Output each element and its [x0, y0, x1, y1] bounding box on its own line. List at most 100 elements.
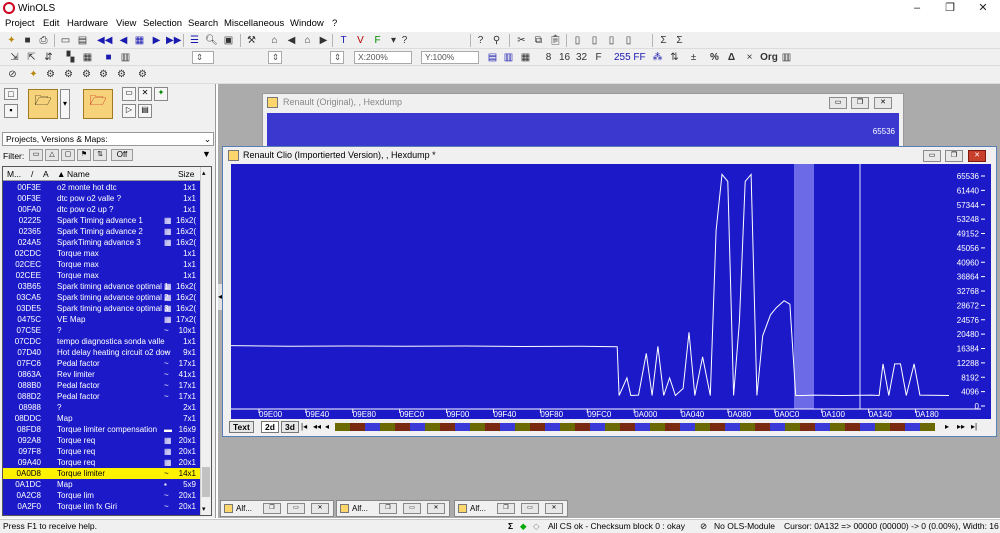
map-list-item[interactable]: 0A1DC Map ▪ 5x9	[3, 479, 200, 490]
scroll-thumb[interactable]	[202, 467, 210, 497]
nav-prev-icon[interactable]: ◂	[325, 422, 329, 431]
import-icon[interactable]: ▯	[571, 34, 584, 47]
menu-view[interactable]: View	[116, 18, 136, 29]
task-restore-icon[interactable]: ❐	[379, 503, 397, 514]
imported-hexdump-window[interactable]: Renault Clio (Importierted Version), , H…	[222, 146, 997, 437]
menu-hardware[interactable]: Hardware	[67, 18, 108, 29]
x-zoom-field[interactable]: X:200%	[354, 51, 412, 64]
format-16bit-icon[interactable]: 16	[558, 51, 571, 64]
move-icon[interactable]: ▷	[122, 104, 136, 118]
delta-icon[interactable]: Δ	[725, 51, 738, 64]
map-list-item[interactable]: 0863A Rev limiter ~41x1	[3, 369, 200, 380]
close-button[interactable]: ✕	[966, 0, 1000, 17]
map-list-item[interactable]: 00F3E dtc pow o2 valle ? 1x1	[3, 193, 200, 204]
orig-restore-button[interactable]: ❐	[851, 97, 869, 109]
next-map-icon[interactable]: ▶	[317, 34, 330, 47]
tools-icon[interactable]: ⚒	[245, 34, 258, 47]
task-restore-icon[interactable]: ❐	[497, 503, 515, 514]
value-stepper-2[interactable]: ⇕	[268, 51, 282, 64]
main-close-button[interactable]: ✕	[968, 150, 986, 162]
tool-3-icon[interactable]: ⚙	[80, 68, 93, 81]
map-list-item[interactable]: 097F8 Torque req ▦ 20x1	[3, 446, 200, 457]
zoom-icon[interactable]: 🔍︎	[205, 34, 218, 47]
task-window-1[interactable]: Alf... ❐ ▭ ✕	[220, 500, 334, 517]
print-icon[interactable]: ⎙	[37, 34, 50, 47]
tool-6-icon[interactable]: ⚙	[136, 68, 149, 81]
format-float-icon[interactable]: F	[592, 51, 605, 64]
y-zoom-field[interactable]: Y:100%	[421, 51, 479, 64]
task-close-icon[interactable]: ✕	[427, 503, 445, 514]
orig-minimize-button[interactable]: ▭	[829, 97, 847, 109]
filter-flag-icon[interactable]: ⚑	[77, 149, 91, 161]
format-dec-icon[interactable]: 255	[614, 51, 631, 64]
list-view-icon[interactable]: ☰	[188, 34, 201, 47]
orig-close-button[interactable]: ✕	[874, 97, 892, 109]
refresh-icon[interactable]: ✦	[154, 87, 168, 101]
nav-last-icon[interactable]: ▸|	[971, 422, 977, 431]
scroll-up-icon[interactable]: ▴	[202, 169, 206, 177]
format-8bit-icon[interactable]: 8	[542, 51, 555, 64]
map-list-item[interactable]: 08FD8 Torque limiter compensation ▬ 16x9	[3, 424, 200, 435]
menu-window[interactable]: Window	[290, 18, 324, 29]
map-list-item[interactable]: 02CDC Torque max 1x1	[3, 248, 200, 259]
open-folder-icon[interactable]: 🗁︎	[28, 89, 58, 119]
main-minimize-button[interactable]: ▭	[923, 150, 941, 162]
sum-icon[interactable]: Σ	[657, 34, 670, 47]
value-stepper-3[interactable]: ⇕	[330, 51, 344, 64]
new-icon[interactable]: □	[4, 88, 18, 100]
save-icon[interactable]: ▪	[4, 104, 18, 118]
nav-first-icon[interactable]: |◂	[301, 422, 307, 431]
filter-triangle-icon[interactable]: △	[45, 149, 59, 161]
format-bin-icon[interactable]: ⁂	[651, 51, 664, 64]
multiply-icon[interactable]: ×	[743, 51, 756, 64]
home-icon[interactable]: ⌂	[268, 34, 281, 47]
task-maximize-icon[interactable]: ▭	[403, 503, 421, 514]
map-list-item[interactable]: 07D40 Hot delay heating circuit o2 dow ~9x…	[3, 347, 200, 358]
paste-icon[interactable]: 📋︎	[549, 34, 562, 47]
copy-icon[interactable]: ⧉	[532, 34, 545, 47]
menu-selection[interactable]: Selection	[143, 18, 182, 29]
map-list-item[interactable]: 02CEE Torque max 1x1	[3, 270, 200, 281]
map-list-scrollbar[interactable]: ▴ ▾	[200, 167, 211, 515]
sign-icon[interactable]: ±	[687, 51, 700, 64]
tool-2-icon[interactable]: ⚙	[62, 68, 75, 81]
line-chart[interactable]: 0 4096 8192 12288 16384 20480 24576 28672 32768 3…	[230, 164, 991, 419]
lo-hi-icon[interactable]: ⇅	[668, 51, 681, 64]
tool-5-icon[interactable]: ⚙	[115, 68, 128, 81]
map-list[interactable]: M... / A ▲ Name Size 00F3E o2 monte hot d…	[2, 166, 212, 516]
map-list-item[interactable]: 09A40 Torque req ▦ 20x1	[3, 457, 200, 468]
magic-icon[interactable]: ✦	[27, 68, 40, 81]
read-icon[interactable]: ⇱	[25, 51, 38, 64]
map-list-item[interactable]: 08988? 2x1	[3, 402, 200, 413]
filter-off-button[interactable]: Off	[111, 149, 133, 161]
wizard-icon[interactable]: ✦	[5, 34, 18, 47]
tool-1-icon[interactable]: ⚙	[44, 68, 57, 81]
col-sort-icon[interactable]: /	[31, 169, 33, 179]
value-stepper-1[interactable]: ⇕	[192, 51, 214, 64]
open-project-icon[interactable]: ■	[21, 34, 34, 47]
original-icon[interactable]: Org	[757, 51, 781, 64]
tab-text[interactable]: Text	[229, 421, 254, 433]
prev-icon[interactable]: ◀	[117, 34, 130, 47]
project-scope-select[interactable]: Projects, Versions & Maps: ⌄	[2, 132, 214, 146]
col-name[interactable]: Name	[67, 169, 90, 179]
map-list-item[interactable]: 0A2C8 Torque lim ~20x1	[3, 490, 200, 501]
task-maximize-icon[interactable]: ▭	[521, 503, 539, 514]
task-close-icon[interactable]: ✕	[545, 503, 563, 514]
text-view-icon[interactable]: T	[337, 34, 350, 47]
import-folder-icon[interactable]: 🗁︎	[83, 89, 113, 119]
window-split-icon[interactable]: ▤	[76, 34, 89, 47]
block-icon[interactable]: ■	[102, 51, 115, 64]
filter-sort-icon[interactable]: ⇅	[93, 149, 107, 161]
overview-strip[interactable]	[335, 423, 945, 431]
col-a[interactable]: A	[43, 169, 49, 179]
hexdump-2d-plot[interactable]: 0 4096 8192 12288 16384 20480 24576 28672 32768 3…	[230, 164, 991, 419]
task-restore-icon[interactable]: ❐	[263, 503, 281, 514]
menu-help[interactable]: ?	[332, 18, 337, 29]
map-list-item[interactable]: 0475C VE Map ▦ 17x2(	[3, 314, 200, 325]
context-help-icon[interactable]: ?	[474, 34, 487, 47]
map-list-item[interactable]: 02CEC Torque max 1x1	[3, 259, 200, 270]
menu-edit[interactable]: Edit	[43, 18, 59, 29]
nav-prev-page-icon[interactable]: ◂◂	[313, 422, 321, 431]
main-restore-button[interactable]: ❐	[945, 150, 963, 162]
